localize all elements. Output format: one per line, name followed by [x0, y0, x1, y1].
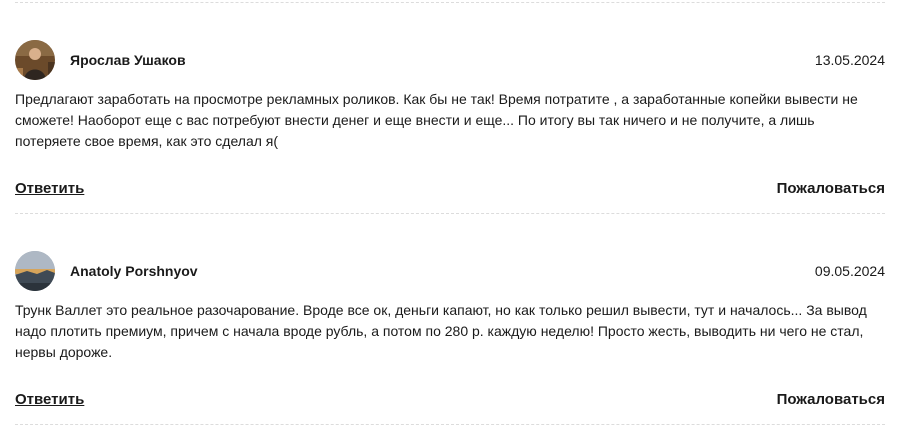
author-name: Ярослав Ушаков — [70, 52, 186, 68]
review-text: Трунк Валлет это реальное разочарование.… — [15, 302, 867, 360]
report-link[interactable]: Пожаловаться — [777, 179, 885, 199]
review-actions: Ответить Пожаловаться — [15, 390, 885, 410]
review-date: 09.05.2024 — [814, 263, 885, 279]
review-divider — [15, 424, 885, 425]
review-divider — [15, 213, 885, 214]
review-actions: Ответить Пожаловаться — [15, 179, 885, 199]
report-link[interactable]: Пожаловаться — [777, 390, 885, 410]
review-header: Anatoly Porshnyov 09.05.2024 — [15, 251, 885, 291]
review-text: Предлагают заработать на просмотре рекла… — [15, 91, 858, 149]
review-header: Ярослав Ушаков 13.05.2024 — [15, 40, 885, 80]
review-item: Anatoly Porshnyov 09.05.2024 Трунк Валле… — [15, 251, 885, 408]
review-date: 13.05.2024 — [814, 52, 885, 68]
review-divider — [15, 2, 885, 3]
avatar — [15, 251, 55, 291]
avatar — [15, 40, 55, 80]
reply-link[interactable]: Ответить — [15, 179, 84, 199]
reply-link[interactable]: Ответить — [15, 390, 84, 410]
author-name: Anatoly Porshnyov — [70, 263, 198, 279]
review-item: Ярослав Ушаков 13.05.2024 Предлагают зар… — [15, 40, 885, 197]
